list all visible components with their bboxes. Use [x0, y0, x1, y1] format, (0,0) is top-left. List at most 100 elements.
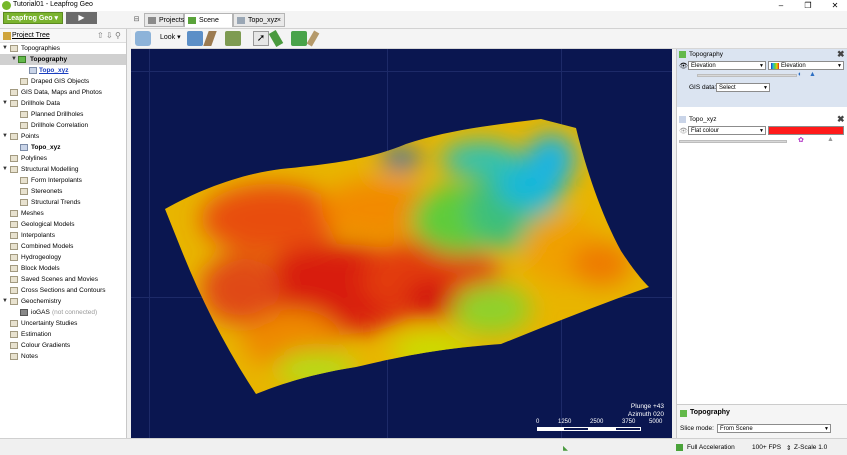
tree-item[interactable]: Polylines [0, 153, 126, 164]
tree-item[interactable]: Form Interpolants [0, 175, 126, 186]
tree-item[interactable]: Drillhole Correlation [0, 120, 126, 131]
tree-item[interactable]: ▼ Drillhole Data [0, 98, 126, 109]
folder-icon [10, 243, 18, 250]
pencil-icon[interactable] [306, 30, 320, 47]
colour-by-select[interactable]: Elevation ▼ [688, 61, 766, 70]
visibility-eye-icon[interactable]: 👁 [679, 62, 688, 70]
remove-item-icon[interactable]: ✖ [837, 49, 845, 60]
flat-colour-swatch[interactable] [768, 126, 844, 135]
folder-icon [10, 166, 18, 173]
tree-item[interactable]: Draped GIS Objects [0, 76, 126, 87]
tree-item[interactable]: Block Models [0, 263, 126, 274]
zscale-status[interactable]: Z-Scale 1.0 [794, 444, 827, 451]
tree-item[interactable]: ▼ Topographies [0, 43, 126, 54]
tree-item[interactable]: Meshes [0, 208, 126, 219]
close-tab-icon[interactable]: × [277, 14, 281, 27]
visibility-eye-icon[interactable]: 👁 [679, 127, 688, 135]
points-settings-icon[interactable]: ✿ [798, 136, 804, 144]
scene-view-icon [188, 17, 196, 24]
tree-icon [3, 32, 11, 40]
tree-item[interactable]: Planned Drillholes [0, 109, 126, 120]
tree-item[interactable]: Hydrogeology [0, 252, 126, 263]
tree-item[interactable]: GIS Data, Maps and Photos [0, 87, 126, 98]
tree-item[interactable]: Colour Gradients [0, 340, 126, 351]
folder-icon [10, 276, 18, 283]
select-pointer-icon[interactable]: ➚ [253, 31, 269, 46]
move-plane-icon[interactable] [225, 31, 241, 46]
zscale-icon: ⇕ [786, 445, 792, 452]
lighting-icon[interactable]: ◐ [798, 71, 802, 78]
folder-icon [10, 221, 18, 228]
screenshot-icon[interactable] [135, 31, 151, 46]
minimize-button[interactable]: – [772, 0, 790, 11]
tree-item[interactable]: ▼ Points [0, 131, 126, 142]
shown-items-panel: Topography ✖ 👁 Elevation ▼ Elevation ▼ ◐ ▲… [676, 49, 847, 438]
slice-mode-select[interactable]: From Scene ▼ [717, 424, 831, 433]
gis-data-select[interactable]: Select ▼ [716, 83, 770, 92]
properties-title: Topography [690, 409, 730, 416]
folder-icon [10, 210, 18, 217]
tree-item[interactable]: Stereonets [0, 186, 126, 197]
folder-icon [20, 78, 28, 85]
tab-scroll-icon[interactable]: ⊟ [131, 13, 142, 27]
folder-icon [20, 122, 28, 129]
folder-icon [10, 287, 18, 294]
tree-item[interactable]: Topo_xyz [0, 65, 126, 76]
tree-item[interactable]: Topo_xyz [0, 142, 126, 153]
iogas-icon [20, 309, 28, 316]
tree-item[interactable]: ▼ Structural Modelling [0, 164, 126, 175]
close-window-button[interactable]: ✕ [826, 0, 844, 11]
status-signal-icon: ◣ [563, 445, 568, 452]
status-bar: ◣ Full Acceleration 100+ FPS ⇕ Z-Scale 1… [0, 438, 847, 455]
acceleration-status: Full Acceleration [687, 444, 735, 451]
folder-icon [10, 89, 18, 96]
tree-item[interactable]: Estimation [0, 329, 126, 340]
shown-item-title: Topography [689, 51, 723, 58]
move-up-icon[interactable]: ⇧ [97, 31, 104, 40]
tab-topo-xyz[interactable]: Topo_xyz × [233, 13, 285, 27]
search-icon[interactable]: ⚲ [115, 31, 121, 40]
tree-item[interactable]: Uncertainty Studies [0, 318, 126, 329]
scale-label: 5000 [649, 419, 663, 425]
draw-polyline-icon[interactable] [268, 30, 284, 47]
tree-item[interactable]: Interpolants [0, 230, 126, 241]
draw-points-icon[interactable] [291, 31, 307, 46]
window-title: Tutorial01 - Leapfrog Geo [13, 1, 93, 8]
tab-scene-view[interactable]: Scene View [184, 13, 233, 37]
tree-item[interactable]: Saved Scenes and Movies [0, 274, 126, 285]
point-size-slider[interactable] [679, 140, 787, 143]
tree-item[interactable]: ▼ Geochemistry [0, 296, 126, 307]
scene-view[interactable]: Plunge +43 Azimuth 020 0 1250 2500 3750 … [131, 49, 672, 438]
tree-item[interactable]: Cross Sections and Contours [0, 285, 126, 296]
move-down-icon[interactable]: ⇩ [106, 31, 113, 40]
tree-item[interactable]: ioGAS (not connected) [0, 307, 126, 318]
slice-tool-icon[interactable] [187, 31, 203, 46]
folder-icon [10, 133, 18, 140]
tree-item[interactable]: Structural Trends [0, 197, 126, 208]
tree-item[interactable]: Notes [0, 351, 126, 362]
restore-icon[interactable]: ❐ [799, 0, 817, 11]
tree-item[interactable]: Geological Models [0, 219, 126, 230]
leapfrog-logo-icon [2, 1, 11, 10]
filter-icon[interactable]: ▲ [809, 71, 816, 78]
shown-item-title: Topo_xyz [689, 116, 717, 123]
colour-mode-select[interactable]: Flat colour ▼ [688, 126, 766, 135]
top-bar: Leapfrog Geo ▾ ▶ ⊟ Projects Scene View T… [0, 11, 847, 37]
scale-label: 0 [536, 419, 540, 425]
opacity-slider[interactable] [697, 74, 797, 77]
filter-icon[interactable]: ▲ [827, 136, 834, 143]
topography-surface[interactable] [131, 49, 672, 438]
remove-item-icon[interactable]: ✖ [837, 114, 845, 125]
projects-icon [148, 17, 156, 24]
scale-segment [563, 427, 589, 431]
tab-projects[interactable]: Projects [144, 13, 184, 27]
acceleration-icon [676, 444, 683, 451]
look-dropdown[interactable]: Look ▾ [160, 33, 181, 41]
gradient-select[interactable]: Elevation ▼ [768, 61, 844, 70]
ruler-icon[interactable] [203, 31, 217, 46]
play-button[interactable]: ▶ [66, 12, 97, 24]
leapfrog-menu-button[interactable]: Leapfrog Geo ▾ [3, 12, 63, 24]
shown-item-topography: Topography ✖ 👁 Elevation ▼ Elevation ▼ ◐ ▲… [677, 49, 847, 107]
tree-item[interactable]: ▼ Topography [0, 54, 126, 65]
tree-item[interactable]: Combined Models [0, 241, 126, 252]
